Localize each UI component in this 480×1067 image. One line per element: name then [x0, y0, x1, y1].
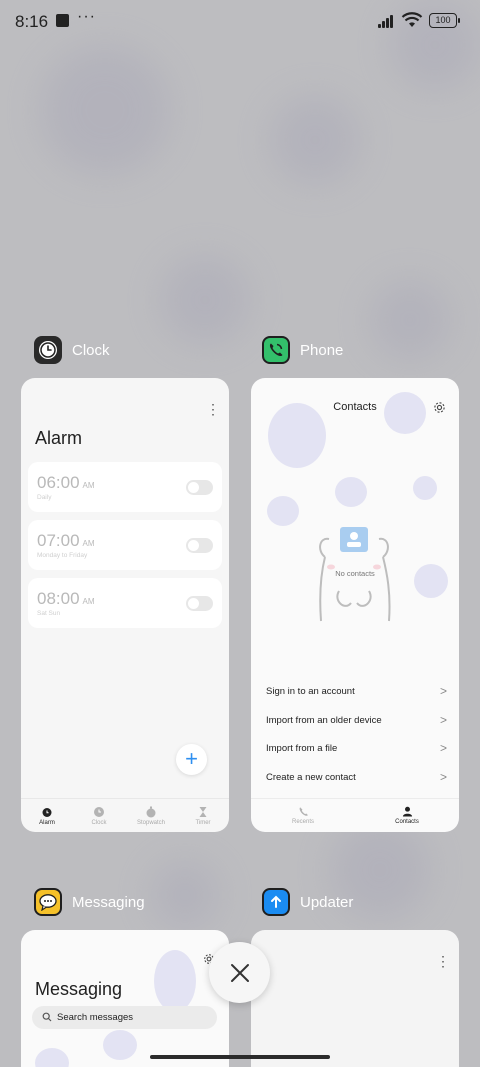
- more-options-icon[interactable]: ⋮: [206, 402, 220, 416]
- close-all-button[interactable]: [209, 942, 270, 1003]
- phone-call-icon: [299, 807, 308, 816]
- chevron-right-icon: >: [439, 713, 447, 727]
- wifi-icon: [401, 12, 423, 27]
- alarm-toggle[interactable]: [186, 538, 213, 553]
- battery-icon: 100: [429, 13, 460, 28]
- alarm-icon: [42, 807, 52, 817]
- gear-icon[interactable]: [433, 401, 446, 414]
- chevron-right-icon: >: [439, 684, 447, 698]
- app-name-phone: Phone: [300, 341, 344, 359]
- add-alarm-button[interactable]: +: [176, 744, 207, 775]
- alarm-repeat: Monday to Friday: [37, 552, 88, 559]
- close-icon: [230, 963, 249, 982]
- chevron-right-icon: >: [439, 741, 447, 755]
- background-blob: [160, 255, 250, 345]
- tab-recents-label: Recents: [291, 819, 314, 825]
- alarm-row[interactable]: 08:00 AM Sat Sun: [28, 578, 222, 628]
- more-options-icon[interactable]: ⋮: [436, 954, 450, 968]
- more-notifications-icon: ···: [77, 8, 96, 25]
- person-icon: [402, 806, 412, 817]
- home-indicator[interactable]: [150, 1055, 330, 1059]
- status-time: 8:16: [15, 12, 49, 31]
- messaging-title: Messaging: [35, 979, 123, 999]
- decor-blob: [103, 1030, 137, 1060]
- import-older-device-action[interactable]: Import from an older device >: [266, 713, 447, 727]
- tab-clock-label: Clock: [91, 819, 107, 826]
- search-placeholder: Search messages: [57, 1012, 134, 1023]
- alarm-toggle[interactable]: [186, 596, 213, 611]
- notification-icon: [56, 14, 69, 27]
- app-header-updater[interactable]: Updater: [262, 888, 353, 916]
- action-label: Create a new contact: [266, 772, 356, 783]
- clock-bottom-nav: Alarm Clock Stopwatch Timer: [21, 798, 229, 832]
- stopwatch-icon: [146, 806, 156, 817]
- alarm-row[interactable]: 06:00 AM Daily: [28, 462, 222, 512]
- create-contact-action[interactable]: Create a new contact >: [266, 770, 447, 784]
- app-header-messaging[interactable]: Messaging: [34, 888, 145, 916]
- clock-card[interactable]: ⋮ Alarm 06:00 AM Daily 07:00 AM Monday to …: [21, 378, 229, 832]
- alarm-time: 06:00 AM: [37, 473, 95, 492]
- alarm-title: Alarm: [35, 428, 83, 448]
- alarm-toggle[interactable]: [186, 480, 213, 495]
- tab-stopwatch-label: Stopwatch: [136, 819, 166, 826]
- messaging-card[interactable]: Messaging Search messages: [21, 930, 229, 1067]
- background-blob: [150, 860, 220, 930]
- action-label: Import from an older device: [266, 715, 382, 726]
- tab-clock[interactable]: Clock: [73, 799, 125, 832]
- tab-alarm[interactable]: Alarm: [21, 799, 73, 832]
- tab-timer[interactable]: Timer: [177, 799, 229, 832]
- tab-contacts[interactable]: Contacts: [355, 799, 459, 832]
- alarm-time: 07:00 AM: [37, 531, 95, 550]
- tab-contacts-label: Contacts: [395, 819, 419, 825]
- decor-blob: [335, 477, 367, 507]
- hourglass-icon: [199, 806, 207, 817]
- tab-alarm-label: Alarm: [39, 819, 55, 826]
- import-file-action[interactable]: Import from a file >: [266, 741, 447, 755]
- tab-timer-label: Timer: [195, 819, 211, 826]
- decor-blob: [35, 1048, 69, 1067]
- alarm-row[interactable]: 07:00 AM Monday to Friday: [28, 520, 222, 570]
- tab-stopwatch[interactable]: Stopwatch: [125, 799, 177, 832]
- sign-in-account-action[interactable]: Sign in to an account >: [266, 684, 447, 698]
- decor-blob: [267, 496, 299, 526]
- app-header-clock[interactable]: Clock: [34, 336, 110, 364]
- updater-card[interactable]: ⋮: [251, 930, 459, 1067]
- app-name-updater: Updater: [300, 893, 354, 911]
- action-label: Sign in to an account: [266, 686, 355, 697]
- signal-icon: [378, 14, 398, 28]
- phone-card[interactable]: Contacts No contacts Sign in to an accou…: [251, 378, 459, 832]
- alarm-repeat: Sat Sun: [37, 610, 61, 617]
- search-icon: [42, 1012, 52, 1022]
- background-blob: [270, 95, 360, 185]
- action-label: Import from a file: [266, 743, 338, 754]
- tab-recents[interactable]: Recents: [251, 799, 355, 832]
- empty-state-text: No contacts: [335, 569, 375, 578]
- app-header-phone[interactable]: Phone: [262, 336, 343, 364]
- decor-blob: [413, 476, 437, 500]
- alarm-time: 08:00 AM: [37, 589, 95, 608]
- clock-icon: [34, 336, 62, 364]
- messaging-icon: [34, 888, 62, 916]
- background-blob: [40, 45, 170, 175]
- clock-tab-icon: [94, 806, 104, 817]
- background-blob: [370, 280, 450, 360]
- decor-blob: [384, 392, 426, 434]
- app-name-clock: Clock: [72, 341, 110, 359]
- alarm-repeat: Daily: [37, 494, 52, 501]
- app-name-messaging: Messaging: [72, 893, 145, 911]
- contacts-title: Contacts: [333, 401, 377, 413]
- decor-blob: [154, 950, 196, 1012]
- status-bar: 8:16 ··· 100: [0, 0, 480, 44]
- updater-icon: [262, 888, 290, 916]
- search-messages-input[interactable]: Search messages: [32, 1006, 217, 1029]
- chevron-right-icon: >: [439, 770, 447, 784]
- phone-icon: [262, 336, 290, 364]
- phone-bottom-nav: Recents Contacts: [251, 798, 459, 832]
